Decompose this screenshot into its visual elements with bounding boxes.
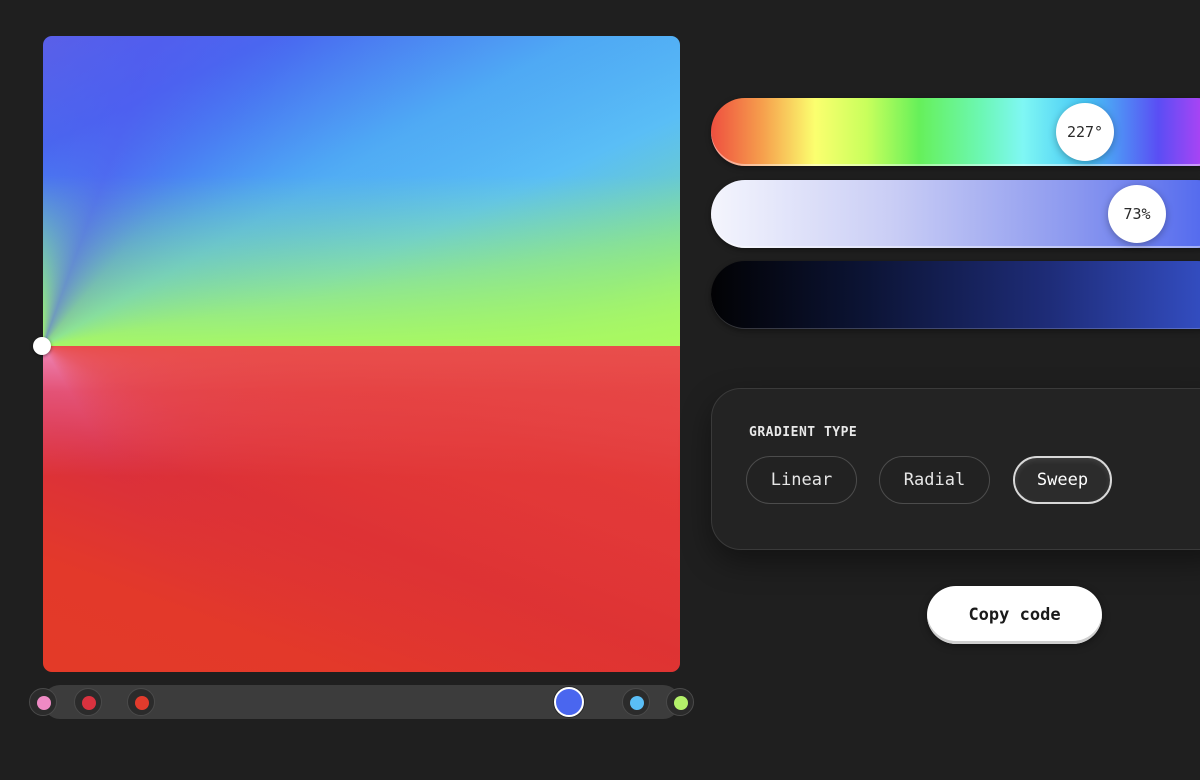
color-stop-pink[interactable]	[29, 688, 57, 716]
saturation-slider-knob[interactable]: 73%	[1108, 185, 1166, 243]
gradient-preview-canvas[interactable]	[43, 36, 680, 672]
gradient-type-panel: GRADIENT TYPE Linear Radial Sweep	[711, 388, 1200, 550]
gradient-type-label: GRADIENT TYPE	[749, 425, 858, 440]
lightness-slider[interactable]	[711, 261, 1200, 329]
gradient-preview-bottom-fan	[43, 346, 680, 672]
gradient-type-radial-button[interactable]: Radial	[879, 456, 990, 504]
gradient-type-linear-button[interactable]: Linear	[746, 456, 857, 504]
copy-code-button[interactable]: Copy code	[927, 586, 1102, 644]
color-stop-swatch	[82, 696, 96, 710]
color-stop-swatch	[135, 696, 149, 710]
color-stop-red[interactable]	[127, 688, 155, 716]
hue-slider[interactable]	[711, 98, 1200, 166]
color-stop-crimson[interactable]	[74, 688, 102, 716]
color-stop-swatch	[630, 696, 644, 710]
saturation-value: 73%	[1123, 205, 1151, 223]
sweep-origin-handle[interactable]	[33, 337, 51, 355]
color-stop-swatch	[37, 696, 51, 710]
gradient-type-sweep-button[interactable]: Sweep	[1013, 456, 1112, 504]
color-stop-swatch	[674, 696, 688, 710]
color-stop-sky[interactable]	[622, 688, 650, 716]
color-stop-lime[interactable]	[666, 688, 694, 716]
hue-value: 227°	[1066, 123, 1104, 141]
gradient-preview-top-fan	[43, 36, 680, 346]
color-stop-blue-active[interactable]	[554, 687, 584, 717]
hue-slider-knob[interactable]: 227°	[1056, 103, 1114, 161]
